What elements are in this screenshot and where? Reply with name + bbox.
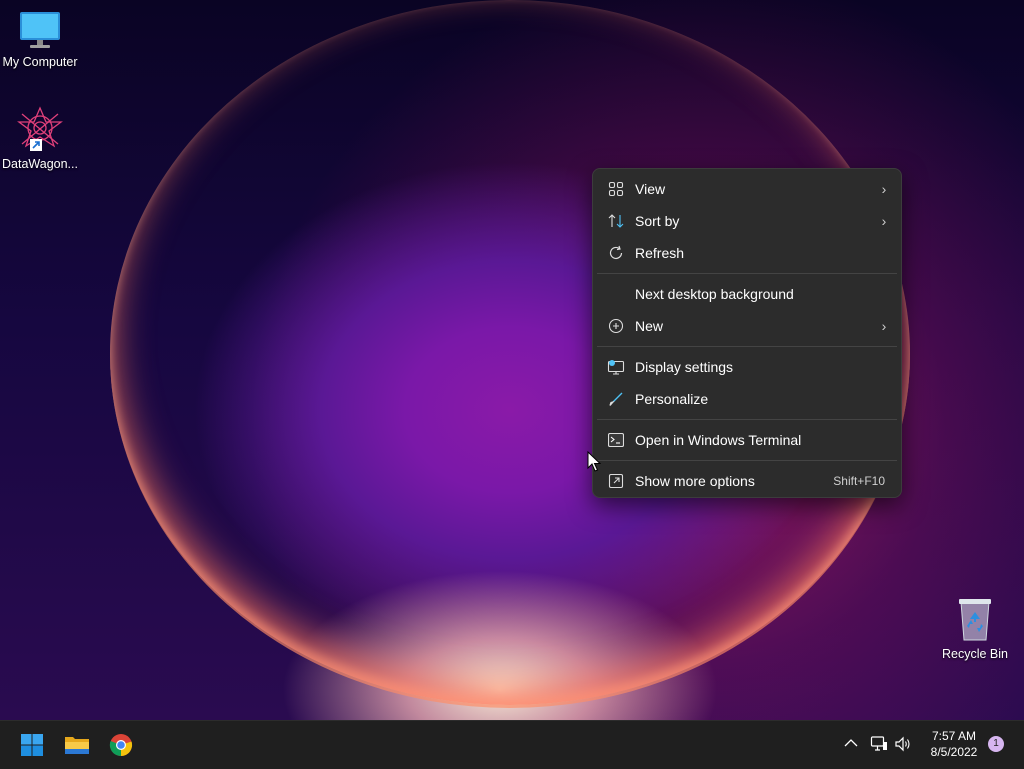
plus-circle-icon <box>597 318 635 334</box>
desktop-icon-label: Recycle Bin <box>942 647 1008 661</box>
windows-start-icon <box>21 734 43 756</box>
desktop-icon-label: DataWagon... <box>2 157 78 171</box>
desktop-icon-recycle-bin[interactable]: Recycle Bin <box>935 596 1015 661</box>
menu-item-new[interactable]: New › <box>597 310 897 342</box>
menu-item-label: Personalize <box>635 391 709 407</box>
taskbar-clock[interactable]: 7:57 AM 8/5/2022 <box>920 728 988 760</box>
menu-item-label: Next desktop background <box>635 286 794 302</box>
menu-item-label: View <box>635 181 666 197</box>
menu-item-personalize[interactable]: Personalize <box>597 383 897 415</box>
taskbar <box>0 720 1024 769</box>
folder-icon <box>65 737 89 754</box>
datawagon-app-icon <box>17 106 63 151</box>
chevron-right-icon: › <box>881 318 887 334</box>
display-settings-icon <box>597 359 635 375</box>
menu-item-shortcut: Shift+F10 <box>833 474 885 488</box>
sort-icon <box>597 213 635 229</box>
clock-time: 7:57 AM <box>931 729 977 743</box>
desktop-icon-label: My Computer <box>2 55 78 69</box>
start-button[interactable] <box>16 729 48 761</box>
monitor-icon <box>20 12 60 48</box>
menu-item-show-more-options[interactable]: Show more options Shift+F10 <box>597 465 897 497</box>
clock-date: 8/5/2022 <box>930 745 978 759</box>
menu-item-open-in-windows-terminal[interactable]: Open in Windows Terminal <box>597 424 897 456</box>
menu-item-label: Open in Windows Terminal <box>635 432 802 448</box>
menu-separator <box>597 419 897 420</box>
chevron-up-icon[interactable] <box>844 738 858 748</box>
desktop-icon-my-computer[interactable]: My Computer <box>0 10 80 69</box>
recycle-bin-icon <box>959 599 991 641</box>
menu-item-display-settings[interactable]: Display settings <box>597 351 897 383</box>
mouse-cursor-icon <box>587 451 601 472</box>
menu-item-view[interactable]: View › <box>597 173 897 205</box>
menu-item-label: Display settings <box>635 359 734 375</box>
taskbar-file-explorer[interactable] <box>61 729 93 761</box>
more-options-icon <box>597 473 635 489</box>
menu-separator <box>597 346 897 347</box>
chevron-right-icon: › <box>881 181 887 197</box>
menu-item-label: New <box>635 318 664 334</box>
desktop-context-menu: View › Sort by › Refresh Next desktop ba… <box>592 168 902 498</box>
menu-item-label: Show more options <box>635 473 755 489</box>
menu-item-refresh[interactable]: Refresh <box>597 237 897 269</box>
menu-separator <box>597 273 897 274</box>
refresh-icon <box>597 245 635 261</box>
network-icon[interactable] <box>870 735 888 753</box>
desktop[interactable]: My Computer DataWagon... Recycle Bin Vie… <box>0 0 1024 720</box>
menu-item-label: Refresh <box>635 245 685 261</box>
terminal-icon <box>597 433 635 447</box>
chevron-right-icon: › <box>881 213 887 229</box>
menu-item-label: Sort by <box>635 213 680 229</box>
notification-badge[interactable]: 1 <box>988 736 1004 752</box>
menu-separator <box>597 460 897 461</box>
taskbar-chrome[interactable] <box>105 729 137 761</box>
brush-icon <box>597 391 635 407</box>
chrome-icon <box>109 734 133 757</box>
menu-item-sort-by[interactable]: Sort by › <box>597 205 897 237</box>
desktop-icon-datawagon[interactable]: DataWagon... <box>0 106 80 171</box>
grid-view-icon <box>597 181 635 197</box>
menu-item-next-desktop-background[interactable]: Next desktop background <box>597 278 897 310</box>
volume-icon[interactable] <box>894 735 912 753</box>
